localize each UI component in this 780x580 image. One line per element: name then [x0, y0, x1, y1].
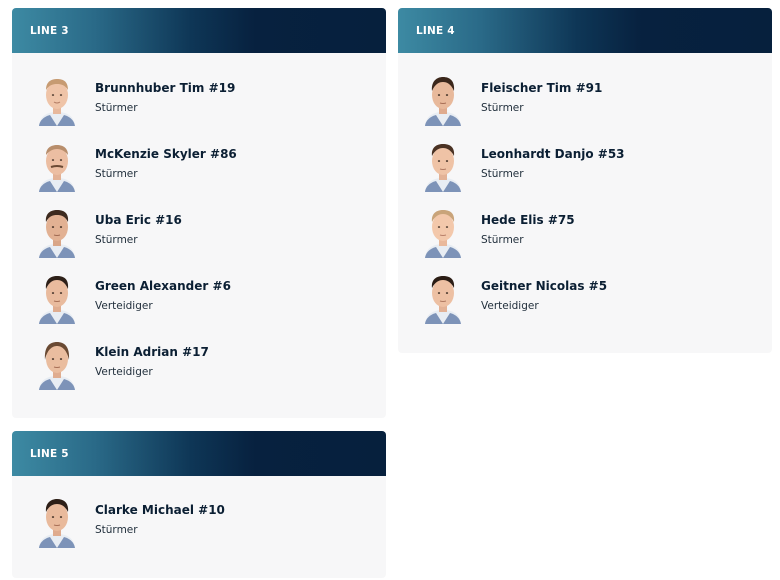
player-row[interactable]: Leonhardt Danjo #53 Stürmer [398, 138, 772, 198]
player-position: Stürmer [95, 168, 138, 180]
player-portrait-icon [39, 342, 75, 390]
line-card-3: LINE 3 Brunnhuber Tim #19 Stürmer McKenz… [12, 8, 386, 418]
player-position: Stürmer [481, 102, 524, 114]
player-row[interactable]: McKenzie Skyler #86 Stürmer [12, 138, 386, 198]
player-name: Fleischer Tim #91 [481, 81, 603, 95]
line-header: LINE 5 [12, 431, 386, 476]
player-position: Stürmer [95, 524, 138, 536]
line-title: LINE 5 [30, 447, 69, 460]
player-portrait-icon [39, 79, 75, 126]
player-row[interactable]: Uba Eric #16 Stürmer [12, 204, 386, 264]
player-row[interactable]: Geitner Nicolas #5 Verteidiger [398, 270, 772, 330]
player-name: Uba Eric #16 [95, 213, 182, 227]
player-position: Stürmer [95, 102, 138, 114]
player-portrait-icon [39, 145, 75, 192]
player-name: Clarke Michael #10 [95, 503, 225, 517]
line-title: LINE 4 [416, 24, 455, 37]
line-title: LINE 3 [30, 24, 69, 37]
line-header: LINE 3 [12, 8, 386, 53]
line-card-5: LINE 5 Clarke Michael #10 Stürmer [12, 431, 386, 578]
player-position: Stürmer [481, 168, 524, 180]
player-position: Verteidiger [95, 300, 153, 312]
line-header: LINE 4 [398, 8, 772, 53]
player-row[interactable]: Hede Elis #75 Stürmer [398, 204, 772, 264]
player-position: Stürmer [481, 234, 524, 246]
player-position: Verteidiger [481, 300, 539, 312]
player-row[interactable]: Fleischer Tim #91 Stürmer [398, 72, 772, 132]
player-portrait-icon [39, 210, 75, 258]
player-name: Green Alexander #6 [95, 279, 231, 293]
player-portrait-icon [425, 210, 461, 258]
player-row[interactable]: Clarke Michael #10 Stürmer [12, 494, 386, 554]
player-row[interactable]: Green Alexander #6 Verteidiger [12, 270, 386, 330]
line-card-4: LINE 4 Fleischer Tim #91 Stürmer Leonhar… [398, 8, 772, 353]
player-portrait-icon [39, 276, 75, 324]
player-position: Verteidiger [95, 366, 153, 378]
player-portrait-icon [425, 77, 461, 126]
player-portrait-icon [425, 144, 461, 192]
player-portrait-icon [425, 276, 461, 324]
player-position: Stürmer [95, 234, 138, 246]
player-row[interactable]: Brunnhuber Tim #19 Stürmer [12, 72, 386, 132]
player-row[interactable]: Klein Adrian #17 Verteidiger [12, 336, 386, 396]
player-portrait-icon [39, 499, 75, 548]
player-name: Klein Adrian #17 [95, 345, 209, 359]
player-name: Hede Elis #75 [481, 213, 575, 227]
player-name: Brunnhuber Tim #19 [95, 81, 236, 95]
player-name: Leonhardt Danjo #53 [481, 147, 625, 161]
player-name: McKenzie Skyler #86 [95, 147, 237, 161]
player-name: Geitner Nicolas #5 [481, 279, 608, 293]
